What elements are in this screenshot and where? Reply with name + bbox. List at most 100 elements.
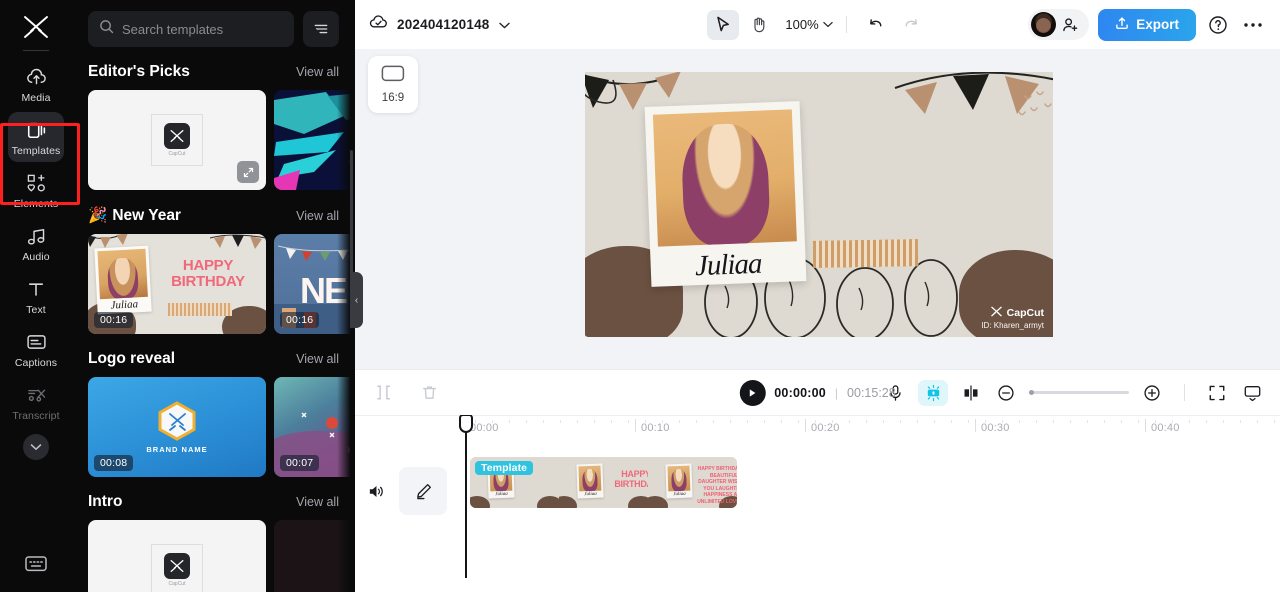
play-button[interactable] [739, 379, 766, 406]
clip-type-badge: Template [475, 461, 534, 475]
chevron-down-icon[interactable] [23, 434, 49, 460]
ruler-minor-tick [577, 420, 578, 423]
hand-tool-button[interactable] [743, 10, 775, 40]
speaker-icon[interactable] [363, 478, 389, 504]
aspect-ratio-label: 16:9 [381, 92, 405, 104]
view-all-link-new-year[interactable]: View all [296, 209, 339, 223]
select-tool-button[interactable] [707, 9, 740, 40]
template-card[interactable] [274, 520, 355, 592]
sidebar-item-captions[interactable]: Captions [8, 324, 64, 374]
timeline-tracks: Juliaa Juliaa HAPPY BIRTHD Juliaa HAPPY … [355, 445, 1280, 592]
watermark-id: ID: Kharen_armyt [981, 321, 1044, 330]
duration-badge: 00:07 [280, 455, 320, 471]
auto-highlight-button[interactable] [918, 379, 948, 406]
timeline-area[interactable]: 00:00 00:10 00:20 00:30 00:40 Juliaa Jul… [355, 415, 1280, 592]
ruler-minor-tick [798, 420, 799, 423]
timeline-ruler[interactable]: 00:00 00:10 00:20 00:30 00:40 [355, 415, 1280, 445]
template-card[interactable]: CapCut [88, 90, 266, 190]
playhead-handle[interactable] [459, 415, 473, 433]
sidebar-item-elements[interactable]: Elements [8, 165, 64, 215]
section-title: Intro [88, 493, 123, 510]
timeline-playhead[interactable] [459, 415, 473, 578]
ruler-minor-tick [1053, 420, 1054, 423]
chevron-down-icon[interactable] [498, 16, 510, 34]
ruler-label: 00:00 [470, 422, 499, 434]
watermark-brand: CapCut [1006, 307, 1044, 319]
zoom-slider[interactable] [1029, 390, 1129, 395]
timeline-clip-template[interactable]: Juliaa Juliaa HAPPY BIRTHD Juliaa HAPPY … [470, 457, 737, 508]
sidebar-item-media[interactable]: Media [8, 59, 64, 109]
split-icon[interactable] [371, 381, 395, 405]
ruler-minor-tick [730, 420, 731, 423]
trash-icon[interactable] [417, 381, 441, 405]
bunting-right-icon [209, 234, 266, 249]
video-preview-canvas[interactable]: Juliaa CapCut ID: Kharen_armyt [585, 72, 1053, 337]
sidebar-item-transcript[interactable]: Transcript [8, 377, 64, 427]
help-circle-icon[interactable] [1205, 12, 1231, 38]
template-card[interactable]: Juliaa HAPPY BIRTHDAY 00:16 [88, 234, 266, 334]
project-info: 202404120148 [369, 14, 510, 36]
ruler-minor-tick [509, 420, 510, 423]
zoom-in-icon[interactable] [1140, 381, 1164, 405]
section-header-new-year: 🎉 New Year View all [72, 206, 355, 225]
polaroid-frame[interactable]: Juliaa [644, 101, 807, 287]
ruler-minor-tick [747, 420, 748, 423]
cloud-upload-icon [25, 66, 47, 88]
capcut-logo-icon[interactable] [16, 10, 56, 44]
template-card[interactable] [274, 90, 355, 190]
keyboard-icon[interactable] [24, 554, 48, 578]
timeline-layout-icon[interactable] [1240, 381, 1264, 405]
panel-collapse-button[interactable]: ‹ [350, 272, 363, 328]
ruler-label: 00:20 [811, 422, 840, 434]
duration-badge: 00:16 [280, 312, 320, 328]
clip-frame: Juliaa HAPPY BIRTHDAY MY BEAUTIFUL DAUGH… [648, 457, 737, 508]
ruler-minor-tick [866, 420, 867, 423]
undo-button[interactable] [860, 10, 892, 40]
sidebar-item-text[interactable]: Text [8, 271, 64, 321]
ruler-minor-tick [526, 420, 527, 423]
expand-icon[interactable] [237, 161, 259, 183]
aspect-ratio-button[interactable]: 16:9 [368, 56, 418, 113]
portrait-photo [97, 248, 148, 300]
template-card[interactable]: BRAND NAME 00:08 [88, 377, 266, 477]
ruler-minor-tick [1206, 420, 1207, 423]
template-card[interactable]: 00:07 [274, 377, 355, 477]
more-horizontal-icon[interactable] [1240, 12, 1266, 38]
template-card[interactable]: CapCut [88, 520, 266, 592]
search-input[interactable] [122, 21, 283, 37]
filter-icon[interactable] [303, 11, 339, 47]
signature-text: Juliaa [110, 298, 139, 312]
edit-clip-button[interactable] [399, 467, 447, 515]
music-note-icon [25, 225, 47, 247]
view-all-link-logo-reveal[interactable]: View all [296, 352, 339, 366]
transcript-icon [25, 384, 47, 406]
rail-bottom-area [0, 554, 72, 578]
template-row-editors-picks: CapCut [72, 90, 355, 190]
view-all-link-editors-picks[interactable]: View all [296, 65, 339, 79]
zoom-out-icon[interactable] [994, 381, 1018, 405]
sidebar-item-audio[interactable]: Audio [8, 218, 64, 268]
redo-button[interactable] [896, 10, 928, 40]
section-title: Logo reveal [88, 350, 175, 367]
add-user-icon[interactable] [1058, 13, 1082, 37]
search-input-container[interactable] [88, 11, 294, 47]
avatar[interactable] [1031, 12, 1057, 37]
export-label: Export [1136, 17, 1179, 32]
view-all-link-intro[interactable]: View all [296, 495, 339, 509]
export-button[interactable]: Export [1098, 8, 1196, 41]
mirror-split-icon[interactable] [959, 381, 983, 405]
ruler-minor-tick [1138, 420, 1139, 423]
collaborators-group[interactable] [1028, 9, 1090, 40]
ruler-minor-tick [917, 420, 918, 423]
project-name[interactable]: 202404120148 [397, 17, 490, 32]
track-controls [363, 467, 447, 515]
hex-logo-icon [158, 400, 196, 441]
template-row-new-year: Juliaa HAPPY BIRTHDAY 00:16 NE 00:16 [72, 234, 355, 334]
portrait-photo [578, 465, 602, 492]
ruler-minor-tick [1274, 420, 1275, 423]
ruler-label: 00:30 [981, 422, 1010, 434]
template-card[interactable]: NE 00:16 [274, 234, 355, 334]
fit-screen-icon[interactable] [1205, 381, 1229, 405]
zoom-level-selector[interactable]: 100% [785, 17, 833, 32]
sidebar-item-templates[interactable]: Templates [8, 112, 64, 162]
